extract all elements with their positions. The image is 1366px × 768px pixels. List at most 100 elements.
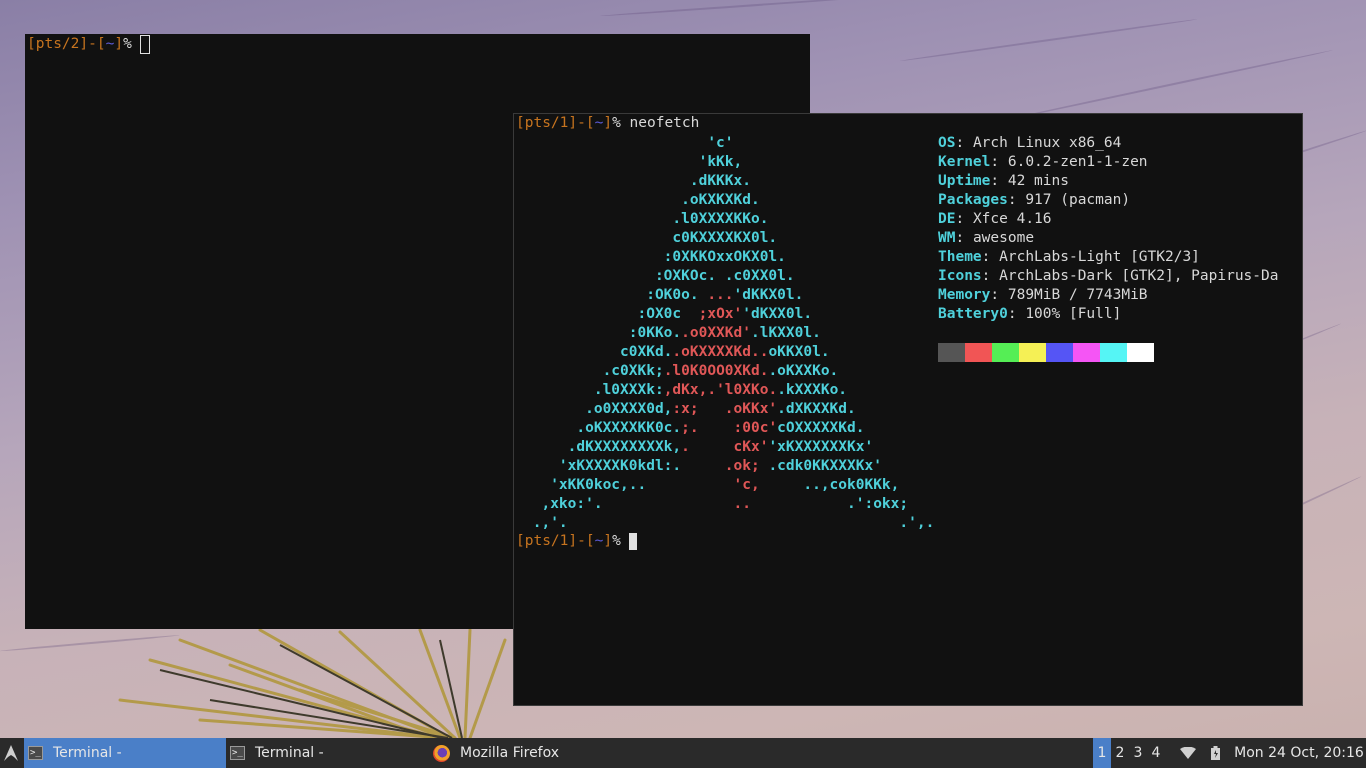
info-colon: :	[990, 173, 1008, 189]
logo-line: .oKXXXXKK0c.;. :00c'cOXXXXXKd.	[524, 419, 934, 438]
logo-line: .o0XXXX0d,:x; .oKKx'.dXKXXKd.	[524, 400, 934, 419]
task-firefox[interactable]: Mozilla Firefox	[426, 738, 666, 768]
logo-segment: 'xKXXXXK0kdl:.	[524, 458, 682, 474]
logo-segment: :0KKo.	[524, 325, 682, 341]
info-value: ArchLabs-Dark [GTK2], Papirus-Da	[999, 268, 1279, 284]
logo-line: ,xko:'. .. .':okx;	[524, 495, 934, 514]
logo-segment: oKKX0l.	[768, 344, 830, 360]
terminal-window-pts1[interactable]: [pts/1]-[~]% neofetch 'c' 'kKk, .dKKKx. …	[513, 113, 1303, 706]
workspace-2[interactable]: 2	[1111, 738, 1129, 768]
info-value: 917 (pacman)	[1025, 192, 1131, 208]
logo-line: .l0XXXXKKo.	[524, 210, 934, 229]
info-colon: :	[1007, 306, 1026, 322]
terminal-icon: >_	[28, 746, 43, 760]
info-row: Theme: ArchLabs-Light [GTK2/3]	[938, 248, 1278, 267]
logo-segment: c0XKd.	[524, 344, 673, 360]
logo-segment: ,xko:'.	[524, 496, 690, 512]
task-terminal-active[interactable]: >_ Terminal -	[24, 738, 226, 768]
prompt-separator: ]-[	[79, 36, 106, 52]
command-text: neofetch	[629, 115, 700, 131]
arch-ascii-logo: 'c' 'kKk, .dKKKx. .oKXKXKd. .l0XXXXKKo. …	[524, 134, 935, 533]
logo-line: c0KXXXXKX0l.	[524, 229, 934, 248]
logo-segment: :OK0o.	[524, 287, 708, 303]
system-info-list: OS: Arch Linux x86_64 Kernel: 6.0.2-zen1-…	[938, 134, 1278, 324]
text-cursor	[628, 533, 637, 550]
logo-line: .oKXKXKd.	[524, 191, 934, 210]
wifi-icon[interactable]	[1178, 738, 1198, 768]
logo-segment: ;. :00c'	[681, 420, 778, 436]
prompt-separator: ]-[	[568, 533, 595, 549]
info-colon: :	[990, 287, 1008, 303]
logo-segment: ;xOx'	[698, 306, 743, 322]
info-key: DE	[938, 211, 956, 227]
logo-segment: .dXKXXKd.	[777, 401, 856, 417]
logo-segment: . cKx'	[681, 439, 769, 455]
prompt-bracket: [	[27, 36, 36, 52]
info-row: Battery0: 100% [Full]	[938, 305, 1278, 324]
logo-segment: :x; .oKKx'	[672, 401, 778, 417]
logo-segment: 'dKXX0l.	[742, 306, 813, 322]
info-value: Arch Linux x86_64	[972, 135, 1122, 151]
logo-line: .dKXXXXXXXXk,. cKx''xKXXXXXXKx'	[524, 438, 934, 457]
info-key: Packages	[938, 192, 1008, 208]
logo-line: .l0XXXk:,dKx,.'l0XKo..kXXXKo.	[524, 381, 934, 400]
info-key: Uptime	[938, 173, 991, 189]
task-label: Mozilla Firefox	[460, 745, 560, 761]
info-key: Icons	[938, 268, 982, 284]
info-colon: :	[990, 154, 1008, 170]
logo-segment: 'c'	[524, 135, 734, 151]
logo-segment: .lKXX0l.	[750, 325, 821, 341]
info-row: WM: awesome	[938, 229, 1278, 248]
battery-icon[interactable]	[1208, 738, 1222, 768]
color-swatch	[1073, 343, 1100, 362]
info-value: 42 mins	[1007, 173, 1069, 189]
color-swatch	[1100, 343, 1127, 362]
task-label: Terminal -	[255, 745, 324, 761]
logo-segment: 'dKKX0l.	[733, 287, 804, 303]
logo-segment: .l0XXXXKKo.	[524, 211, 769, 227]
logo-segment: .l0K0OO0XKd.	[663, 363, 769, 379]
info-colon: :	[955, 230, 973, 246]
prompt-bracket: [	[516, 533, 525, 549]
logo-line: .dKKKx.	[524, 172, 934, 191]
prompt-sigil: %	[612, 533, 621, 549]
info-row: Icons: ArchLabs-Dark [GTK2], Papirus-Da	[938, 267, 1278, 286]
info-value: 789MiB / 7743MiB	[1007, 287, 1148, 303]
info-row: OS: Arch Linux x86_64	[938, 134, 1278, 153]
logo-segment: .o0XXXX0d,	[524, 401, 673, 417]
prompt-sigil: %	[612, 115, 621, 131]
firefox-icon	[433, 744, 450, 762]
prompt-bracket: ]	[603, 115, 613, 131]
logo-segment: 'xKXXXXXXKx'	[768, 439, 874, 455]
info-colon: :	[981, 268, 1000, 284]
taskbar: >_ Terminal - >_ Terminal - Mozilla Fire…	[0, 738, 1366, 768]
workspace-3[interactable]: 3	[1129, 738, 1147, 768]
logo-segment: .oKXKXKd.	[524, 192, 760, 208]
logo-segment: .oKXXKo.	[768, 363, 839, 379]
logo-line: 'xKK0koc,.. 'c, ..,cok0KKk,	[524, 476, 934, 495]
arch-icon[interactable]	[0, 738, 22, 768]
task-terminal[interactable]: >_ Terminal -	[226, 738, 422, 768]
prompt-tty: pts/2	[35, 36, 80, 52]
logo-line: 'c'	[524, 134, 934, 153]
logo-segment: ..	[689, 496, 751, 512]
logo-line: .,'. .',.	[524, 514, 935, 533]
info-row: DE: Xfce 4.16	[938, 210, 1278, 229]
clock[interactable]: Mon 24 Oct, 20:16	[1232, 738, 1366, 768]
info-value: 100% [Full]	[1025, 306, 1122, 322]
info-colon: :	[981, 249, 1000, 265]
info-value: awesome	[972, 230, 1035, 246]
logo-segment: .dKXXXXXXXXk,	[524, 439, 682, 455]
color-swatch	[938, 343, 965, 362]
logo-segment: .dKKKx.	[524, 173, 751, 189]
workspace-4[interactable]: 4	[1147, 738, 1165, 768]
logo-segment: c0KXXXXKX0l.	[524, 230, 778, 246]
command-line: [pts/1]-[~]%	[516, 532, 637, 551]
info-key: WM	[938, 230, 956, 246]
logo-segment: .c0XKk;	[524, 363, 664, 379]
logo-segment: .,'. .',.	[524, 515, 935, 531]
info-key: OS	[938, 135, 956, 151]
workspace-1[interactable]: 1	[1093, 738, 1111, 768]
logo-segment: ..,cok0KKk,	[759, 477, 900, 493]
prompt-bracket: ]	[114, 36, 124, 52]
